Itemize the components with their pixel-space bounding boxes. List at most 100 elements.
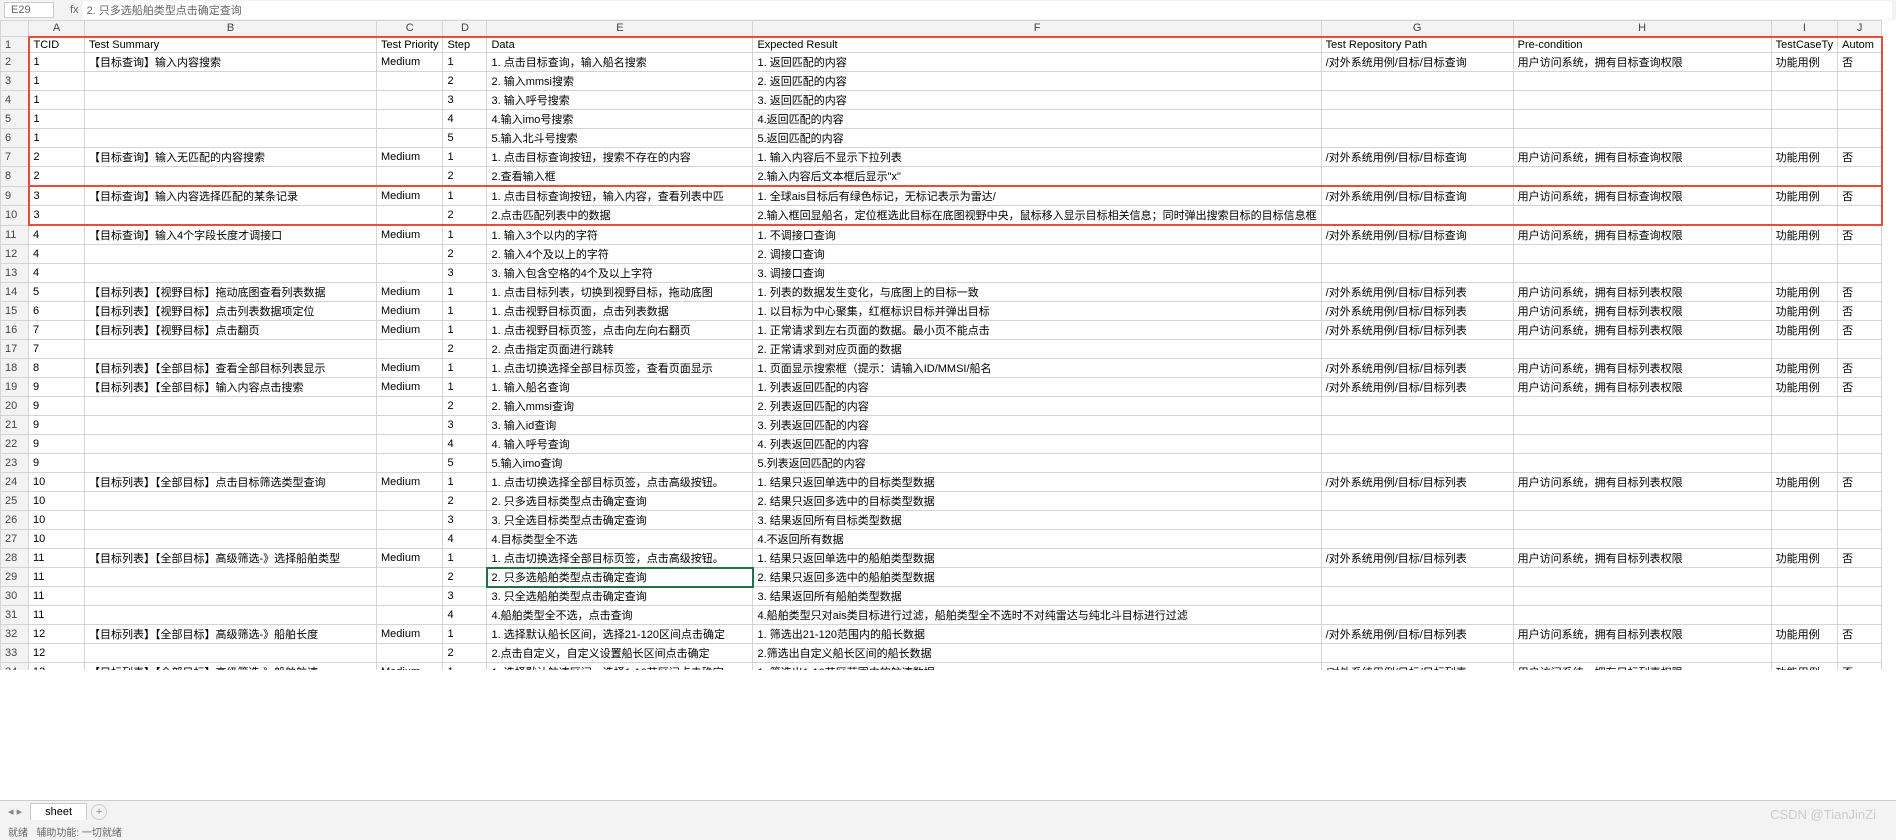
cell-C32[interactable]: Medium — [377, 625, 443, 644]
cell-C29[interactable] — [377, 568, 443, 587]
cell-F20[interactable]: 2. 列表返回匹配的内容 — [753, 397, 1321, 416]
cell-B24[interactable]: 【目标列表】【全部目标】点击目标筛选类型查询 — [85, 473, 377, 492]
cell-G22[interactable] — [1321, 435, 1513, 454]
cell-E14[interactable]: 1. 点击目标列表，切换到视野目标，拖动底图 — [487, 283, 753, 302]
cell-D7[interactable]: 1 — [443, 148, 487, 167]
cell-H6[interactable] — [1513, 129, 1771, 148]
cell-F12[interactable]: 2. 调接口查询 — [753, 245, 1321, 264]
cell-A15[interactable]: 6 — [29, 302, 85, 321]
cell-C24[interactable]: Medium — [377, 473, 443, 492]
cell-H32[interactable]: 用户访问系统，拥有目标列表权限 — [1513, 625, 1771, 644]
cell-I7[interactable]: 功能用例 — [1771, 148, 1837, 167]
cell-G29[interactable] — [1321, 568, 1513, 587]
cell-G5[interactable] — [1321, 110, 1513, 129]
cell-H4[interactable] — [1513, 91, 1771, 110]
cell-D16[interactable]: 1 — [443, 321, 487, 340]
cell-E30[interactable]: 3. 只全选船舶类型点击确定查询 — [487, 587, 753, 606]
row-header-24[interactable]: 24 — [1, 473, 29, 492]
cell-D34[interactable]: 1 — [443, 663, 487, 671]
cell-B13[interactable] — [85, 264, 377, 283]
cell-A30[interactable]: 11 — [29, 587, 85, 606]
cell-J11[interactable]: 否 — [1838, 225, 1882, 245]
row-header-16[interactable]: 16 — [1, 321, 29, 340]
cell-J29[interactable] — [1838, 568, 1882, 587]
cell-E23[interactable]: 5.输入imo查询 — [487, 454, 753, 473]
cell-E25[interactable]: 2. 只多选目标类型点击确定查询 — [487, 492, 753, 511]
cell-I2[interactable]: 功能用例 — [1771, 53, 1837, 72]
cell-I15[interactable]: 功能用例 — [1771, 302, 1837, 321]
cell-E5[interactable]: 4.输入imo号搜索 — [487, 110, 753, 129]
row-header-1[interactable]: 1 — [1, 37, 29, 53]
col-header-A[interactable]: A — [29, 21, 85, 37]
cell-E31[interactable]: 4.船舶类型全不选，点击查询 — [487, 606, 753, 625]
cell-A2[interactable]: 1 — [29, 53, 85, 72]
cell-F5[interactable]: 4.返回匹配的内容 — [753, 110, 1321, 129]
cell-J17[interactable] — [1838, 340, 1882, 359]
cell-E4[interactable]: 3. 输入呼号搜索 — [487, 91, 753, 110]
cell-E1[interactable]: Data — [487, 37, 753, 53]
cell-E29[interactable]: 2. 只多选船舶类型点击确定查询 — [487, 568, 753, 587]
cell-B28[interactable]: 【目标列表】【全部目标】高级筛选-》选择船舶类型 — [85, 549, 377, 568]
cell-D33[interactable]: 2 — [443, 644, 487, 663]
cell-H31[interactable] — [1513, 606, 1771, 625]
cell-D13[interactable]: 3 — [443, 264, 487, 283]
add-sheet-button[interactable]: + — [91, 804, 107, 820]
cell-B33[interactable] — [85, 644, 377, 663]
row-header-25[interactable]: 25 — [1, 492, 29, 511]
cell-F14[interactable]: 1. 列表的数据发生变化，与底图上的目标一致 — [753, 283, 1321, 302]
cell-B15[interactable]: 【目标列表】【视野目标】点击列表数据项定位 — [85, 302, 377, 321]
cell-J20[interactable] — [1838, 397, 1882, 416]
row-header-34[interactable]: 34 — [1, 663, 29, 671]
cell-H15[interactable]: 用户访问系统，拥有目标列表权限 — [1513, 302, 1771, 321]
cell-G23[interactable] — [1321, 454, 1513, 473]
cell-F10[interactable]: 2.输入框回显船名，定位框选此目标在底图视野中央，鼠标移入显示目标相关信息；同时… — [753, 206, 1321, 226]
row-header-33[interactable]: 33 — [1, 644, 29, 663]
cell-B25[interactable] — [85, 492, 377, 511]
row-header-9[interactable]: 9 — [1, 186, 29, 206]
cell-H25[interactable] — [1513, 492, 1771, 511]
cell-C23[interactable] — [377, 454, 443, 473]
cell-J25[interactable] — [1838, 492, 1882, 511]
cell-H18[interactable]: 用户访问系统，拥有目标列表权限 — [1513, 359, 1771, 378]
cell-H5[interactable] — [1513, 110, 1771, 129]
cell-I23[interactable] — [1771, 454, 1837, 473]
cell-E32[interactable]: 1. 选择默认船长区间，选择21-120区间点击确定 — [487, 625, 753, 644]
row-header-5[interactable]: 5 — [1, 110, 29, 129]
cell-G12[interactable] — [1321, 245, 1513, 264]
col-header-J[interactable]: J — [1838, 21, 1882, 37]
cell-H22[interactable] — [1513, 435, 1771, 454]
cell-J18[interactable]: 否 — [1838, 359, 1882, 378]
cell-E17[interactable]: 2. 点击指定页面进行跳转 — [487, 340, 753, 359]
cell-B3[interactable] — [85, 72, 377, 91]
cell-E2[interactable]: 1. 点击目标查询，输入船名搜索 — [487, 53, 753, 72]
cell-I1[interactable]: TestCaseTy — [1771, 37, 1837, 53]
cell-A14[interactable]: 5 — [29, 283, 85, 302]
cell-J14[interactable]: 否 — [1838, 283, 1882, 302]
cell-A28[interactable]: 11 — [29, 549, 85, 568]
cell-J2[interactable]: 否 — [1838, 53, 1882, 72]
cell-J26[interactable] — [1838, 511, 1882, 530]
cell-J31[interactable] — [1838, 606, 1882, 625]
cell-D21[interactable]: 3 — [443, 416, 487, 435]
cell-F1[interactable]: Expected Result — [753, 37, 1321, 53]
cell-A31[interactable]: 11 — [29, 606, 85, 625]
cell-E7[interactable]: 1. 点击目标查询按钮，搜索不存在的内容 — [487, 148, 753, 167]
cell-E6[interactable]: 5.输入北斗号搜索 — [487, 129, 753, 148]
cell-J23[interactable] — [1838, 454, 1882, 473]
cell-D3[interactable]: 2 — [443, 72, 487, 91]
cell-I22[interactable] — [1771, 435, 1837, 454]
cell-A11[interactable]: 4 — [29, 225, 85, 245]
cell-G19[interactable]: /对外系统用例/目标/目标列表 — [1321, 378, 1513, 397]
col-header-D[interactable]: D — [443, 21, 487, 37]
cell-F31[interactable]: 4.船舶类型只对ais类目标进行过滤，船舶类型全不选时不对纯雷达与纯北斗目标进行… — [753, 606, 1321, 625]
cell-J8[interactable] — [1838, 167, 1882, 187]
cell-J24[interactable]: 否 — [1838, 473, 1882, 492]
cell-I11[interactable]: 功能用例 — [1771, 225, 1837, 245]
cell-J12[interactable] — [1838, 245, 1882, 264]
cell-H8[interactable] — [1513, 167, 1771, 187]
cell-H14[interactable]: 用户访问系统，拥有目标列表权限 — [1513, 283, 1771, 302]
cell-D28[interactable]: 1 — [443, 549, 487, 568]
cell-H11[interactable]: 用户访问系统，拥有目标查询权限 — [1513, 225, 1771, 245]
cell-A12[interactable]: 4 — [29, 245, 85, 264]
cell-I21[interactable] — [1771, 416, 1837, 435]
